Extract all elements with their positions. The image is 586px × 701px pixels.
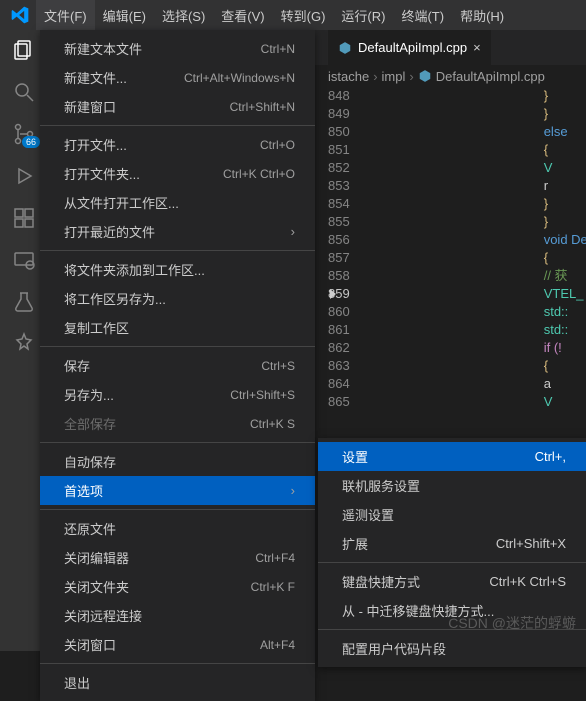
source-control-icon[interactable]: 66	[12, 122, 36, 146]
file-menu-dropdown: 新建文本文件Ctrl+N新建文件...Ctrl+Alt+Windows+N新建窗…	[40, 30, 315, 701]
menu-item[interactable]: 首选项›	[40, 476, 315, 505]
menu-item[interactable]: 关闭窗口Alt+F4	[40, 630, 315, 659]
menu-item[interactable]: 将工作区另存为...	[40, 284, 315, 313]
menu-item[interactable]: 关闭文件夹Ctrl+K F	[40, 572, 315, 601]
menu-帮助[interactable]: 帮助(H)	[452, 0, 512, 30]
menubar: 文件(F)编辑(E)选择(S)查看(V)转到(G)运行(R)终端(T)帮助(H)	[0, 0, 586, 30]
menu-item[interactable]: 复制工作区	[40, 313, 315, 342]
submenu-item[interactable]: 设置Ctrl+,	[318, 442, 586, 471]
tab-label: DefaultApiImpl.cpp	[358, 40, 467, 55]
submenu-item[interactable]: 扩展Ctrl+Shift+X	[318, 529, 586, 558]
scm-badge: 66	[22, 136, 40, 148]
submenu-item[interactable]: 键盘快捷方式Ctrl+K Ctrl+S	[318, 567, 586, 596]
line-gutter: 8488498508518528538548558568578588598608…	[328, 87, 364, 411]
cpp-file-icon	[418, 69, 432, 83]
editor-tab[interactable]: DefaultApiImpl.cpp ×	[328, 30, 491, 65]
accounts-icon[interactable]	[12, 332, 36, 356]
menu-item[interactable]: 打开文件夹...Ctrl+K Ctrl+O	[40, 159, 315, 188]
vscode-logo-icon	[10, 5, 30, 25]
menu-item[interactable]: 打开最近的文件›	[40, 217, 315, 246]
menu-item: 全部保存Ctrl+K S	[40, 409, 315, 438]
submenu-item[interactable]: 联机服务设置	[318, 471, 586, 500]
menu-item[interactable]: 将文件夹添加到工作区...	[40, 255, 315, 284]
menu-编辑[interactable]: 编辑(E)	[95, 0, 154, 30]
extensions-icon[interactable]	[12, 206, 36, 230]
menu-文件[interactable]: 文件(F)	[36, 0, 95, 30]
menu-转到[interactable]: 转到(G)	[273, 0, 334, 30]
explorer-icon[interactable]	[12, 38, 36, 62]
code-content[interactable]: }}else{Vr}}void Defa{// 获VTEL_std::std::…	[364, 87, 586, 411]
menu-item[interactable]: 退出	[40, 668, 315, 697]
menu-item[interactable]: 新建文件...Ctrl+Alt+Windows+N	[40, 63, 315, 92]
menu-item[interactable]: 关闭编辑器Ctrl+F4	[40, 543, 315, 572]
menu-item[interactable]: 打开文件...Ctrl+O	[40, 130, 315, 159]
menu-item[interactable]: 另存为...Ctrl+Shift+S	[40, 380, 315, 409]
menu-item[interactable]: 从文件打开工作区...	[40, 188, 315, 217]
menu-item[interactable]: 还原文件	[40, 514, 315, 543]
close-icon[interactable]: ×	[473, 40, 481, 55]
menu-查看[interactable]: 查看(V)	[213, 0, 272, 30]
menu-item[interactable]: 保存Ctrl+S	[40, 351, 315, 380]
menu-item[interactable]: 新建文本文件Ctrl+N	[40, 34, 315, 63]
submenu-item[interactable]: 配置用户代码片段	[318, 634, 586, 663]
submenu-item[interactable]: 遥测设置	[318, 500, 586, 529]
testing-icon[interactable]	[12, 290, 36, 314]
menu-item[interactable]: 新建窗口Ctrl+Shift+N	[40, 92, 315, 121]
run-debug-icon[interactable]	[12, 164, 36, 188]
watermark: CSDN @迷茫的蜉蝣	[448, 613, 576, 633]
menu-运行[interactable]: 运行(R)	[333, 0, 393, 30]
menu-终端[interactable]: 终端(T)	[393, 0, 452, 30]
menu-item[interactable]: 自动保存	[40, 447, 315, 476]
search-icon[interactable]	[12, 80, 36, 104]
cpp-file-icon	[338, 41, 352, 55]
menu-item[interactable]: 关闭远程连接	[40, 601, 315, 630]
menu-选择[interactable]: 选择(S)	[154, 0, 213, 30]
remote-icon[interactable]	[12, 248, 36, 272]
